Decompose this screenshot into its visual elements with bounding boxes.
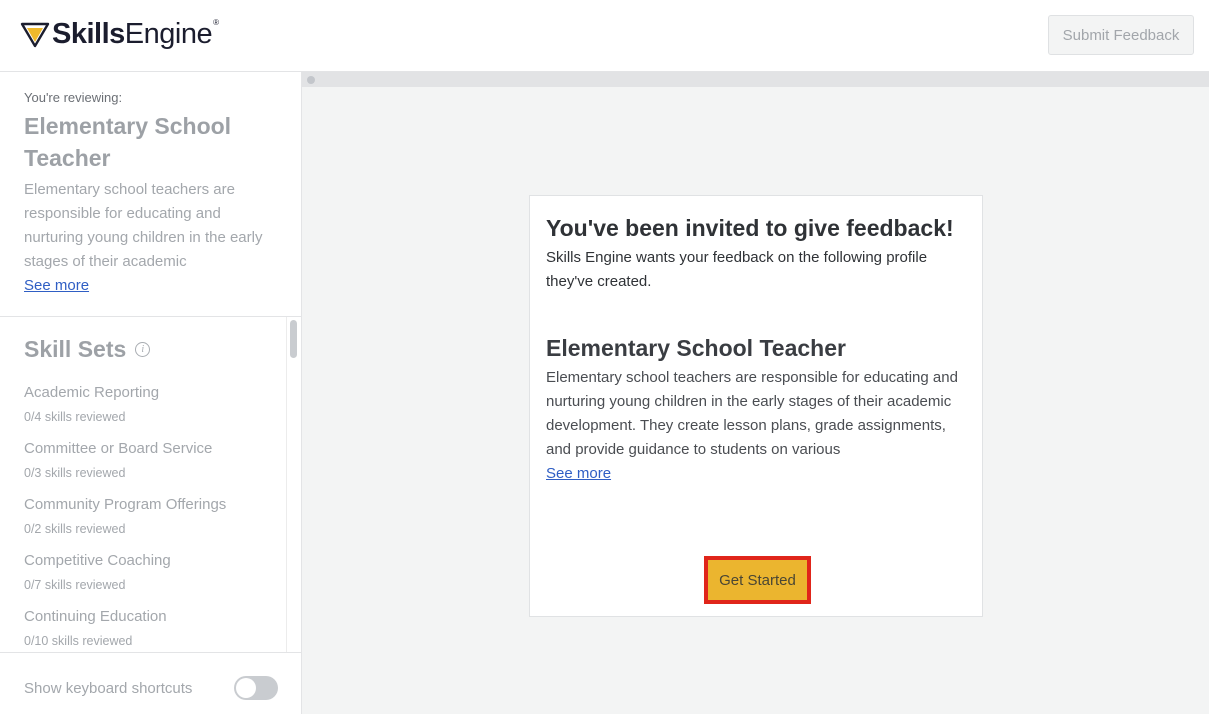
skill-sets-list: Academic Reporting 0/4 skills reviewed C… [24,381,279,652]
skill-sets-scrollbar[interactable] [286,317,301,652]
card-see-more-link[interactable]: See more [546,462,611,486]
skill-set-count: 0/10 skills reviewed [24,634,133,648]
review-summary: You're reviewing: Elementary School Teac… [24,90,284,298]
skill-set-count: 0/4 skills reviewed [24,410,126,424]
skill-set-name: Continuing Education [24,608,167,625]
skill-set-name: Committee or Board Service [24,440,213,457]
skillsengine-logo[interactable]: SkillsEngine ® [20,17,219,51]
skill-set-count: 0/7 skills reviewed [24,578,126,592]
submit-feedback-button[interactable]: Submit Feedback [1048,15,1194,55]
keyboard-shortcuts-row: Show keyboard shortcuts [24,676,278,700]
divider [0,652,301,653]
logo-text: SkillsEngine [52,18,213,50]
reviewing-label: You're reviewing: [24,90,123,105]
registered-mark: ® [213,17,219,27]
sidebar: You're reviewing: Elementary School Teac… [0,72,302,714]
skill-set-count: 0/3 skills reviewed [24,466,126,480]
skill-set-item[interactable]: Committee or Board Service 0/3 skills re… [24,437,279,493]
info-icon[interactable]: i [135,341,151,357]
profile-description: Elementary school teachers are responsib… [24,181,263,270]
shield-logo-icon [20,22,50,48]
keyboard-shortcuts-toggle[interactable] [234,676,278,700]
toggle-knob [236,678,256,698]
skill-set-name: Competitive Coaching [24,552,171,569]
profile-role-title: Elementary School Teacher [546,335,846,361]
skill-set-name: Academic Reporting [24,384,160,401]
progress-strip [302,72,1209,87]
skill-set-count: 0/2 skills reviewed [24,522,126,536]
profile-title: Elementary School Teacher [24,113,232,171]
invite-subtitle: Skills Engine wants your feedback on the… [546,249,928,290]
profile-role-description: Elementary school teachers are responsib… [546,369,958,458]
progress-dot [307,76,315,84]
skill-sets-header: Skill Sets i [24,333,151,365]
main-content: You've been invited to give feedback! Sk… [302,72,1209,714]
scrollbar-thumb[interactable] [290,320,297,358]
skill-set-item[interactable]: Continuing Education 0/10 skills reviewe… [24,605,279,652]
get-started-button[interactable]: Get Started [704,556,811,604]
skill-sets-title: Skill Sets [24,336,127,362]
invite-card: You've been invited to give feedback! Sk… [529,195,983,617]
keyboard-shortcuts-label: Show keyboard shortcuts [24,679,193,697]
skill-set-name: Community Program Offerings [24,496,227,513]
see-more-link[interactable]: See more [24,274,89,298]
skill-sets-panel: Skill Sets i Academic Reporting 0/4 skil… [0,317,301,652]
invite-title: You've been invited to give feedback! [546,215,954,241]
skill-set-item[interactable]: Competitive Coaching 0/7 skills reviewed [24,549,279,605]
top-bar: SkillsEngine ® Submit Feedback [0,0,1209,72]
skill-set-item[interactable]: Academic Reporting 0/4 skills reviewed [24,381,279,437]
skill-set-item[interactable]: Community Program Offerings 0/2 skills r… [24,493,279,549]
